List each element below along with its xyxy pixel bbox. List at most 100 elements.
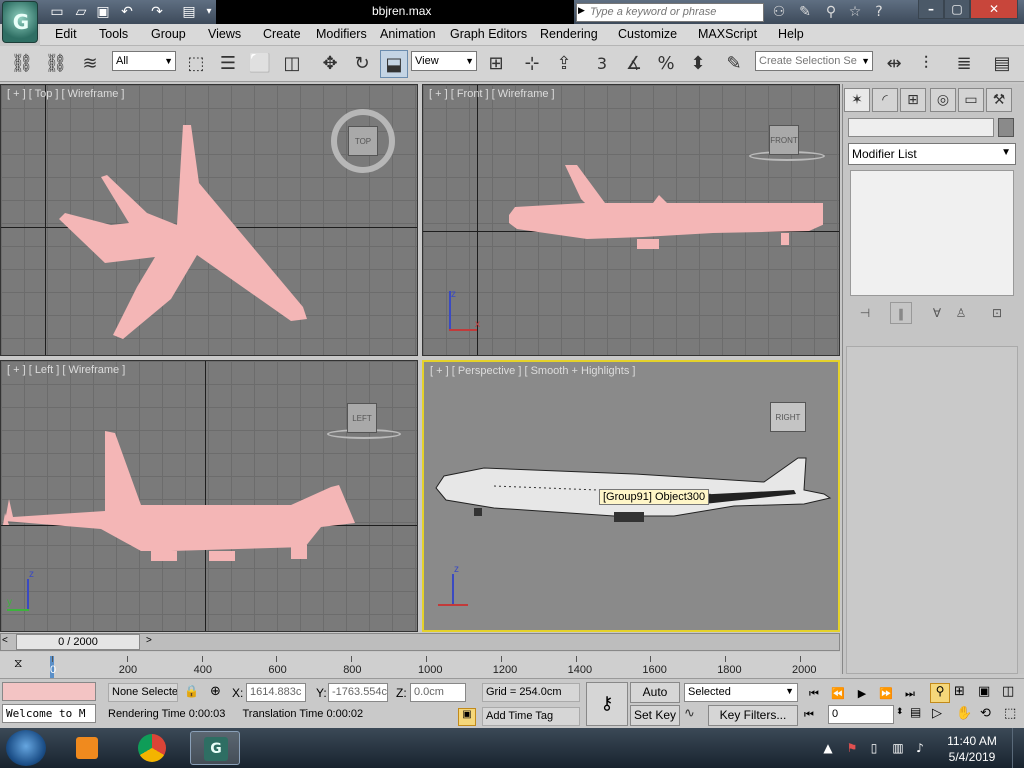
play-icon[interactable]: ▶ [852, 685, 872, 703]
auto-key-button[interactable]: Auto Key [630, 682, 680, 718]
search-expand-icon[interactable]: ▶ [578, 5, 586, 16]
modifier-stack[interactable] [850, 170, 1014, 296]
set-key-button[interactable]: Set Key [630, 705, 680, 726]
menu-graph-editors[interactable]: Graph Editors [450, 27, 527, 41]
go-to-end-icon[interactable]: ⏭ [900, 685, 920, 703]
pin-stack-icon[interactable]: ⊣ [854, 302, 876, 324]
snaps-toggle-icon[interactable]: 3 [588, 50, 616, 78]
modifier-list-dropdown[interactable]: Modifier List ▼ [848, 143, 1016, 165]
menu-animation[interactable]: Animation [380, 27, 436, 41]
viewport-front[interactable]: [ + ] [ Front ] [ Wireframe ] FRONT z x [422, 84, 840, 356]
tray-volume-icon[interactable]: ♪ [912, 740, 928, 756]
menu-help[interactable]: Help [778, 27, 804, 41]
layer-manager-icon[interactable]: ≣ [950, 50, 978, 78]
rectangular-selection-icon[interactable]: ⬜ [246, 50, 274, 78]
close-button[interactable]: ✕ [970, 0, 1018, 19]
configure-modifier-sets-icon[interactable]: ⊡ [986, 302, 1008, 324]
current-frame-field[interactable]: 0 [828, 705, 894, 724]
graphite-ribbon-icon[interactable]: ▤ [988, 50, 1016, 78]
help-icon[interactable]: ? [870, 3, 888, 21]
unlink-icon[interactable]: ⛓ [42, 50, 70, 78]
clock-time[interactable]: 11:40 AM [946, 734, 998, 748]
edit-named-selection-icon[interactable]: ✎ [720, 50, 748, 78]
isolate-selection-icon[interactable]: ▣ [458, 708, 476, 726]
maximize-button[interactable]: ▢ [944, 0, 970, 19]
menu-views[interactable]: Views [208, 27, 241, 41]
field-of-view-icon[interactable]: ▷ [932, 706, 942, 721]
taskbar-3dsmax[interactable]: G [190, 731, 240, 765]
utilities-icon[interactable]: ⚒ [986, 88, 1012, 112]
x-coord-field[interactable]: 1614.883c [246, 683, 306, 702]
create-icon[interactable]: ✶ [844, 88, 870, 112]
maxscript-listener-mini[interactable] [2, 682, 96, 701]
clock-date[interactable]: 5/4/2019 [946, 750, 998, 764]
spinner-snap-icon[interactable]: ⬍ [684, 50, 712, 78]
menu-rendering[interactable]: Rendering [540, 27, 598, 41]
hierarchy-icon[interactable]: ⊞ [900, 88, 926, 112]
viewport-label[interactable]: [ + ] [ Perspective ] [ Smooth + Highlig… [430, 365, 635, 377]
undo-icon[interactable]: ↶ [118, 3, 136, 21]
select-object-icon[interactable]: ⬚ [182, 50, 210, 78]
application-button[interactable]: G [2, 1, 38, 43]
align-icon[interactable]: ⫶ [912, 50, 940, 78]
window-crossing-icon[interactable]: ◫ [278, 50, 306, 78]
modify-icon[interactable]: ◜ [872, 88, 898, 112]
favorites-star-icon[interactable]: ☆ [846, 3, 864, 21]
maximize-viewport-icon[interactable]: ⬚ [1004, 706, 1016, 721]
search-input[interactable] [590, 6, 760, 18]
open-folder-icon[interactable]: ▱ [72, 3, 90, 21]
frame-spinner-icon[interactable]: ⬍ [896, 706, 904, 717]
percent-snap-icon[interactable]: % [652, 50, 680, 78]
reference-coordinate-dropdown[interactable]: View ▼ [411, 51, 477, 71]
zoom-icon[interactable]: ⚲ [930, 683, 950, 703]
save-icon[interactable]: ▣ [94, 3, 112, 21]
time-configuration-icon[interactable]: ▤ [910, 705, 930, 725]
viewport-label[interactable]: [ + ] [ Top ] [ Wireframe ] [7, 88, 124, 100]
time-slider-prev-icon[interactable]: < [2, 635, 8, 646]
move-icon[interactable]: ✥ [316, 50, 344, 78]
viewport-label[interactable]: [ + ] [ Left ] [ Wireframe ] [7, 364, 125, 376]
show-desktop-button[interactable] [1012, 728, 1024, 768]
selection-filter-dropdown[interactable]: All ▼ [112, 51, 176, 71]
subscription-icon[interactable]: ✎ [796, 3, 814, 21]
go-to-start-icon[interactable]: ⏮ [804, 685, 824, 703]
z-coord-field[interactable]: 0.0cm [410, 683, 466, 702]
viewport-top[interactable]: [ + ] [ Top ] [ Wireframe ] TOP y x z [0, 84, 418, 356]
quick-access-dropdown-icon[interactable]: ▾ [200, 3, 218, 21]
maxscript-input[interactable]: Welcome to M [2, 704, 96, 723]
time-slider-thumb[interactable]: 0 / 2000 [16, 634, 140, 650]
viewport-label[interactable]: [ + ] [ Front ] [ Wireframe ] [429, 88, 555, 100]
object-color-swatch[interactable] [998, 118, 1014, 137]
rotate-icon[interactable]: ↻ [348, 50, 376, 78]
show-end-result-icon[interactable]: ∥ [890, 302, 912, 324]
start-button[interactable] [6, 730, 46, 766]
pan-view-icon[interactable]: ✋ [956, 706, 972, 721]
taskbar-chrome[interactable] [126, 731, 176, 765]
tray-device-icon[interactable]: ▯ [866, 740, 882, 756]
menu-group[interactable]: Group [151, 27, 186, 41]
new-file-icon[interactable]: ▭ [48, 3, 66, 21]
project-folder-icon[interactable]: ▤ [180, 3, 198, 21]
angle-snap-icon[interactable]: ∡ [620, 50, 648, 78]
viewport-perspective[interactable]: [ + ] [ Perspective ] [ Smooth + Highlig… [422, 360, 840, 632]
next-frame-icon[interactable]: ⏩ [876, 685, 896, 703]
tray-expand-icon[interactable]: ▲ [820, 740, 836, 756]
key-mode-toggle-icon[interactable]: ⏮ [804, 708, 814, 722]
add-time-tag-button[interactable]: Add Time Tag [482, 707, 580, 726]
remove-modifier-icon[interactable]: ♙ [950, 302, 972, 324]
bind-space-warp-icon[interactable]: ≋ [76, 50, 104, 78]
menu-modifiers[interactable]: Modifiers [316, 27, 367, 41]
menu-create[interactable]: Create [263, 27, 301, 41]
binoculars-icon[interactable]: ⚇ [770, 3, 788, 21]
mirror-icon[interactable]: ⇹ [880, 50, 908, 78]
make-unique-icon[interactable]: ∀ [926, 302, 948, 324]
pivot-point-icon[interactable]: ⊞ [482, 50, 510, 78]
select-by-name-icon[interactable]: ☰ [214, 50, 242, 78]
scale-icon[interactable]: ⬓ [380, 50, 408, 78]
display-icon[interactable]: ▭ [958, 88, 984, 112]
viewcube[interactable]: FRONT [769, 125, 799, 155]
keyboard-shortcut-override-icon[interactable]: ⇪ [550, 50, 578, 78]
key-filters-button[interactable]: Key Filters... [708, 705, 798, 726]
previous-frame-icon[interactable]: ⏪ [828, 685, 848, 703]
motion-icon[interactable]: ◎ [930, 88, 956, 112]
